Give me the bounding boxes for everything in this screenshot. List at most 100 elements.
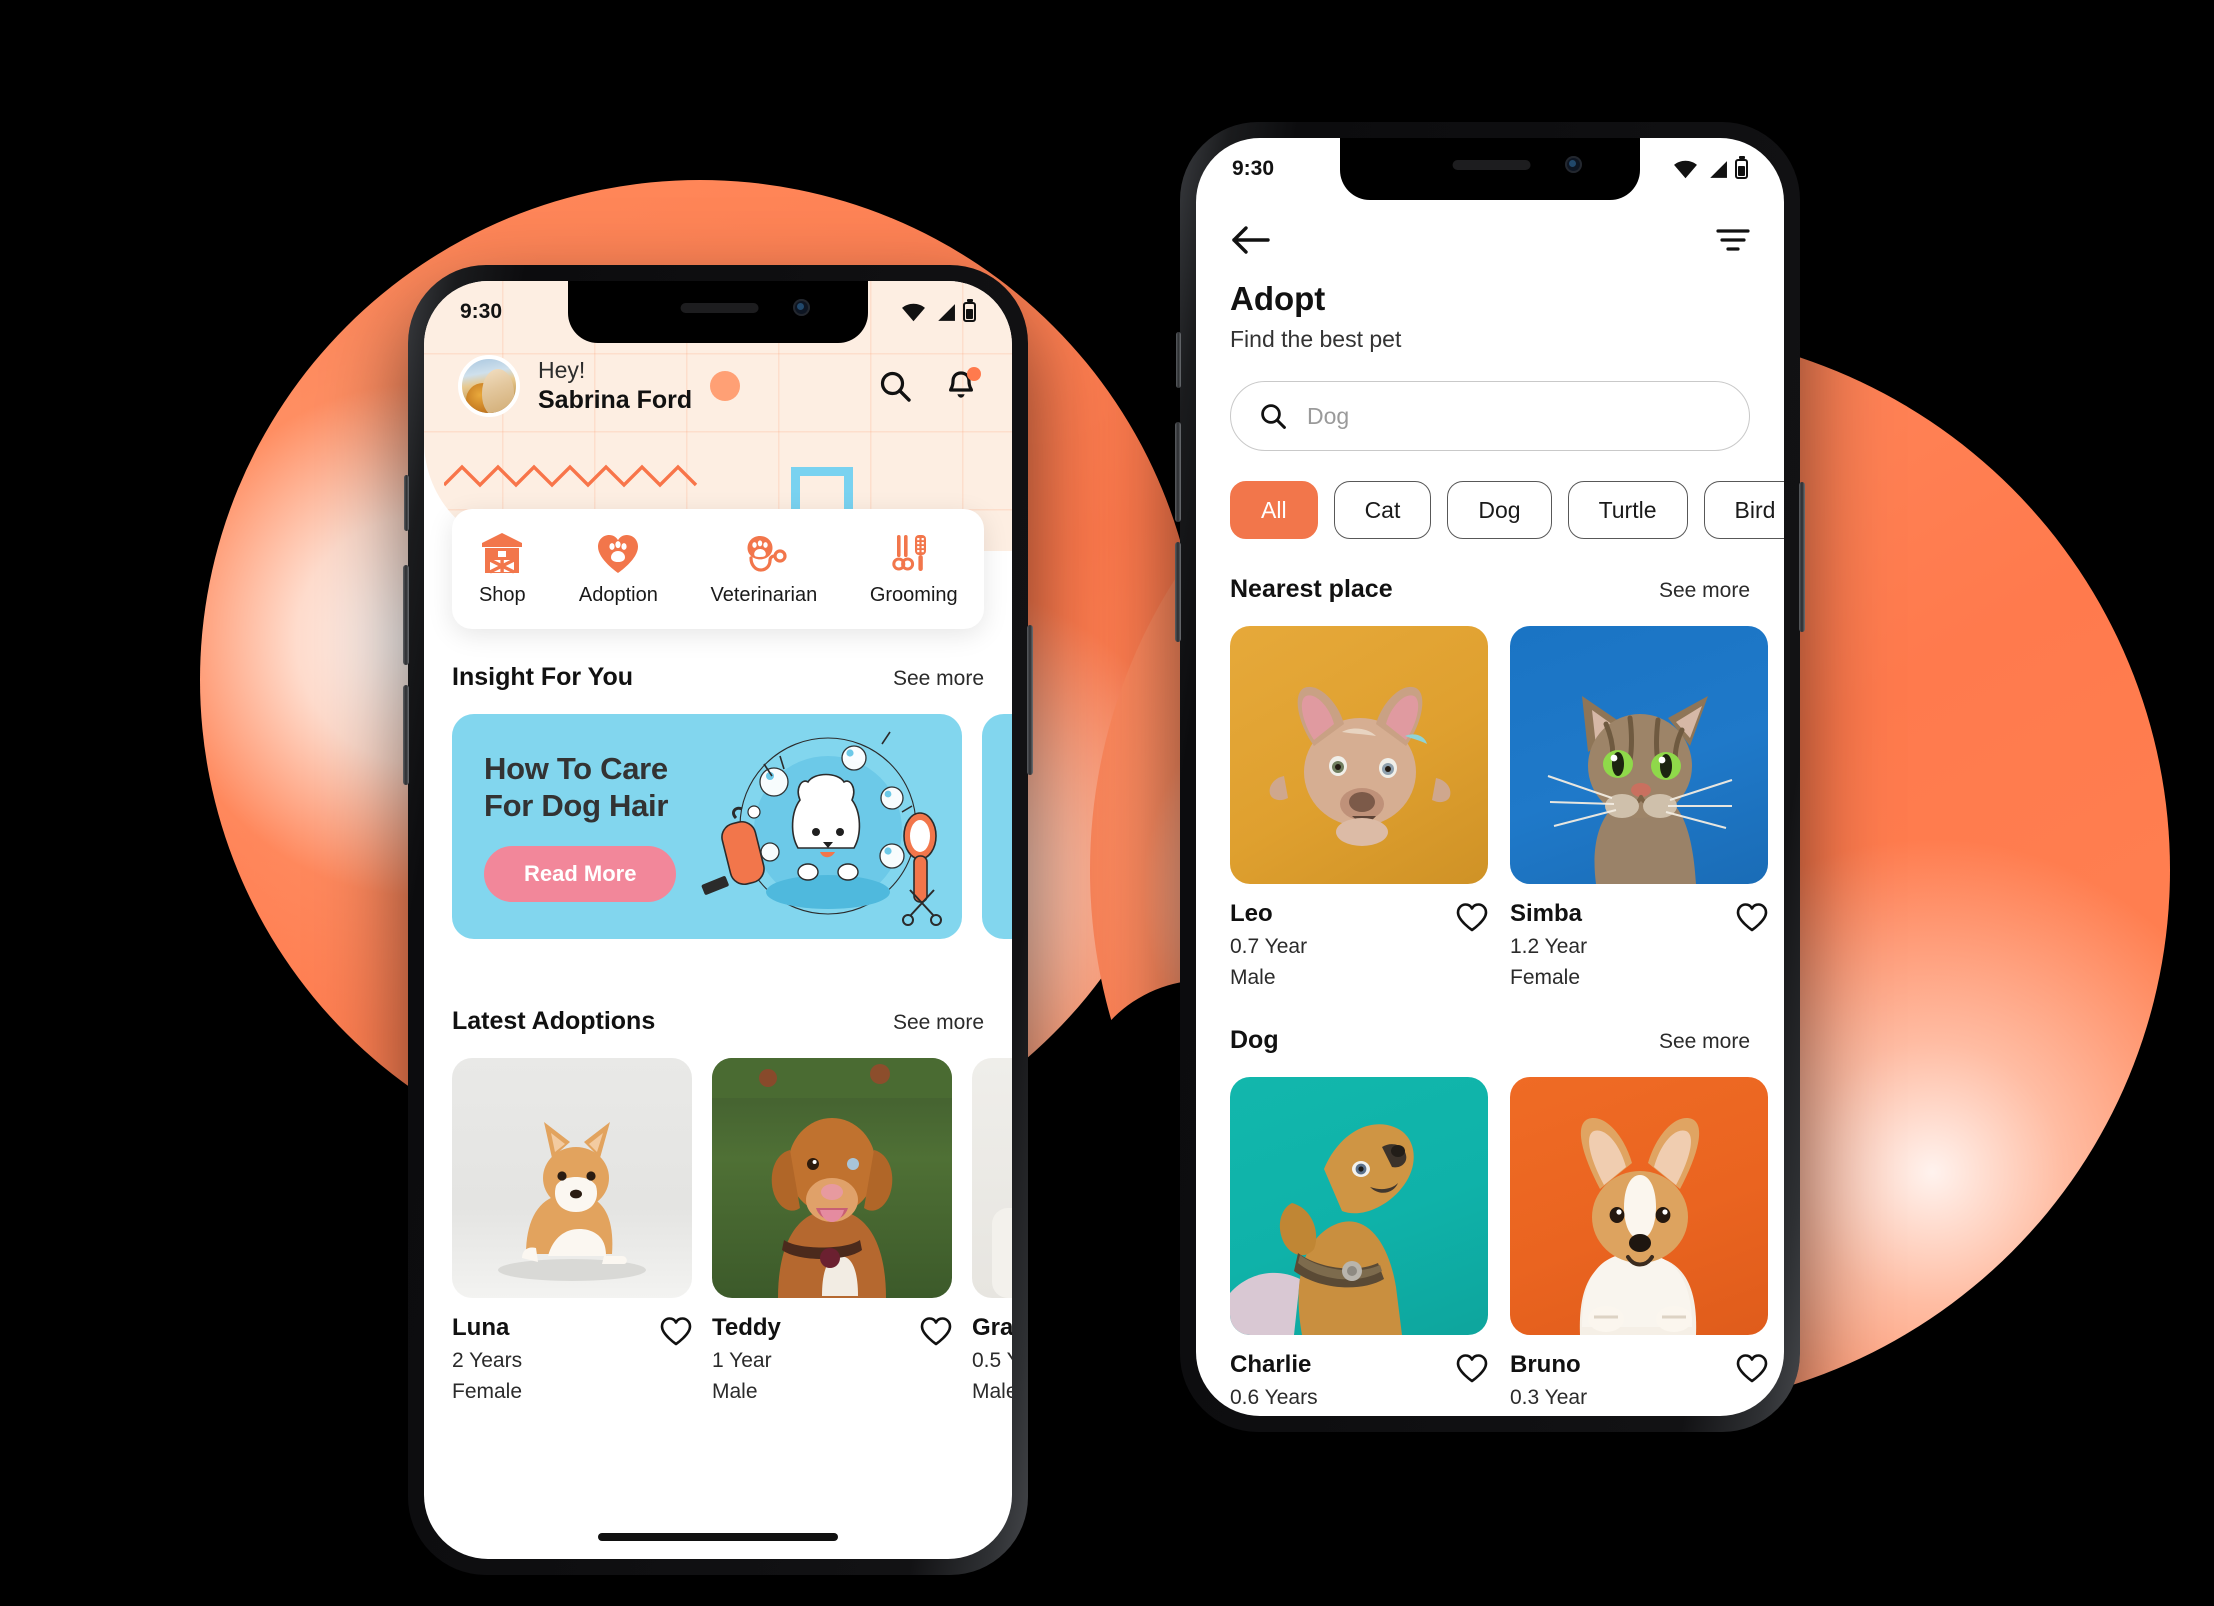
user-avatar[interactable] <box>458 355 520 417</box>
adopt-content: Adopt Find the best pet Dog All Cat Dog … <box>1196 138 1784 1416</box>
read-more-button[interactable]: Read More <box>484 846 677 903</box>
greeting-block: Hey! Sabrina Ford <box>538 356 692 416</box>
pet-meta: Bruno 0.3 Year Female <box>1510 1351 1768 1416</box>
pet-name: Simba <box>1510 900 1583 927</box>
insight-card-title-line1: How To Care <box>484 750 668 786</box>
nearest-place-carousel[interactable]: Leo 0.7 Year Male Simba 1.2 Year Female <box>1230 626 1768 990</box>
pet-photo <box>712 1058 952 1298</box>
insight-card[interactable]: How To Care For Dog Hair Read More <box>452 714 962 939</box>
search-field-container[interactable]: Dog <box>1230 381 1750 451</box>
pet-age: 0.6 Years <box>1230 1386 1318 1409</box>
insight-card-title-line2: For Dog Hair <box>484 787 669 823</box>
back-arrow-icon[interactable] <box>1230 224 1272 256</box>
home-indicator <box>598 1533 838 1541</box>
adoptions-section-header: Latest Adoptions See more <box>424 1007 1012 1036</box>
zigzag-decoration <box>444 464 698 488</box>
dog-section-see-more[interactable]: See more <box>1659 1030 1750 1054</box>
status-time: 9:30 <box>460 300 503 323</box>
pet-card-luna[interactable]: Luna 2 Years Female <box>452 1058 692 1404</box>
nearest-place-see-more[interactable]: See more <box>1659 579 1750 603</box>
heart-outline-icon[interactable] <box>1736 902 1768 932</box>
pet-name: Luna <box>452 1314 510 1341</box>
heart-outline-icon[interactable] <box>1736 1353 1768 1383</box>
pet-meta: Luna 2 Years Female <box>452 1314 692 1404</box>
orange-dot-decoration <box>710 371 741 401</box>
wifi-icon <box>902 303 925 322</box>
filter-chip-bird[interactable]: Bird <box>1703 481 1784 539</box>
search-icon <box>1261 404 1286 429</box>
pet-card-teddy[interactable]: Teddy 1 Year Male <box>712 1058 952 1404</box>
grooming-comb-icon <box>892 535 926 571</box>
barn-icon <box>482 533 523 574</box>
filter-chip-turtle[interactable]: Turtle <box>1567 481 1688 539</box>
category-adoption[interactable]: Adoption <box>579 531 658 607</box>
adopt-nav-bar <box>1230 224 1750 256</box>
phone-power-button <box>1027 625 1033 775</box>
heart-outline-icon[interactable] <box>660 1316 692 1346</box>
insight-section-header: Insight For You See more <box>424 663 1012 692</box>
search-icon[interactable] <box>878 369 912 403</box>
adoptions-see-more-link[interactable]: See more <box>893 1011 984 1035</box>
phone-mute-switch <box>1176 332 1181 388</box>
pet-sex: Male <box>1230 966 1276 989</box>
pet-photo-illustration <box>992 1208 1012 1298</box>
insight-section: Insight For You See more How To Care For… <box>424 663 1012 939</box>
bell-icon[interactable] <box>944 367 981 403</box>
pet-meta: Teddy 1 Year Male <box>712 1314 952 1404</box>
dog-section-title: Dog <box>1230 1026 1279 1054</box>
heart-outline-icon[interactable] <box>1456 902 1488 932</box>
nearest-place-header: Nearest place See more <box>1230 575 1750 604</box>
heart-outline-icon[interactable] <box>1456 1353 1488 1383</box>
battery-icon <box>1735 159 1748 179</box>
pet-name: Bruno <box>1510 1351 1581 1378</box>
adoptions-section: Latest Adoptions See more Luna 2 Years F… <box>424 1007 1012 1404</box>
pet-photo <box>1510 626 1768 884</box>
status-bar-home: 9:30 <box>424 281 1012 343</box>
stethoscope-paw-icon <box>747 536 787 572</box>
pet-age: 2 Years <box>452 1349 523 1372</box>
greeting-username: Sabrina Ford <box>538 385 693 414</box>
pet-type-filter-chips[interactable]: All Cat Dog Turtle Bird <box>1230 481 1784 539</box>
pet-card-leo[interactable]: Leo 0.7 Year Male <box>1230 626 1488 990</box>
signal-icon <box>938 304 955 321</box>
heart-paw-icon <box>598 535 639 573</box>
pet-age: 0.3 Year <box>1510 1386 1588 1409</box>
adopt-screen: 9:30 Adopt Find the best pet Dog All Cat… <box>1196 138 1784 1416</box>
dog-carousel[interactable]: Charlie 0.6 Years Male <box>1230 1077 1768 1416</box>
pet-name: Gracie <box>972 1314 1012 1341</box>
pet-age: 0.7 Year <box>1230 935 1308 958</box>
pet-card-bruno[interactable]: Bruno 0.3 Year Female <box>1510 1077 1768 1416</box>
pet-photo <box>1230 1077 1488 1335</box>
insight-card-next[interactable] <box>982 714 1012 939</box>
status-bar-adopt: 9:30 <box>1196 138 1784 200</box>
phone-mute-switch <box>404 475 409 531</box>
search-input[interactable]: Dog <box>1307 403 1349 430</box>
notification-badge <box>967 367 981 381</box>
pet-sex: Male <box>972 1380 1012 1403</box>
retriever-photo-illustration <box>712 1058 952 1298</box>
pet-photo <box>452 1058 692 1298</box>
heart-outline-icon[interactable] <box>920 1316 952 1346</box>
phone-volume-down-button <box>1175 542 1181 642</box>
category-grooming[interactable]: Grooming <box>870 531 958 607</box>
filter-icon[interactable] <box>1716 227 1750 253</box>
pet-meta: Gracie 0.5 Year Male <box>972 1314 1012 1404</box>
pet-card-simba[interactable]: Simba 1.2 Year Female <box>1510 626 1768 990</box>
insight-card-carousel[interactable]: How To Care For Dog Hair Read More <box>424 714 1012 939</box>
pet-name: Charlie <box>1230 1351 1312 1378</box>
filter-chip-dog[interactable]: Dog <box>1447 481 1552 539</box>
pet-card-gracie[interactable]: Gracie 0.5 Year Male <box>972 1058 1012 1404</box>
phone-volume-up-button <box>1175 422 1181 522</box>
category-veterinarian[interactable]: Veterinarian <box>710 531 817 607</box>
page-subtitle: Find the best pet <box>1230 326 1402 352</box>
pet-card-charlie[interactable]: Charlie 0.6 Years Male <box>1230 1077 1488 1416</box>
insight-card-text: How To Care For Dog Hair Read More <box>452 750 702 903</box>
adoptions-section-title: Latest Adoptions <box>452 1007 656 1035</box>
pet-name: Teddy <box>712 1314 781 1341</box>
insight-see-more-link[interactable]: See more <box>893 667 984 691</box>
adoptions-carousel[interactable]: Luna 2 Years Female Teddy 1 Year Male Gr… <box>424 1058 1012 1404</box>
pet-meta: Simba 1.2 Year Female <box>1510 900 1768 990</box>
filter-chip-cat[interactable]: Cat <box>1333 481 1432 539</box>
filter-chip-all[interactable]: All <box>1230 481 1318 539</box>
category-shop[interactable]: Shop <box>478 531 526 607</box>
